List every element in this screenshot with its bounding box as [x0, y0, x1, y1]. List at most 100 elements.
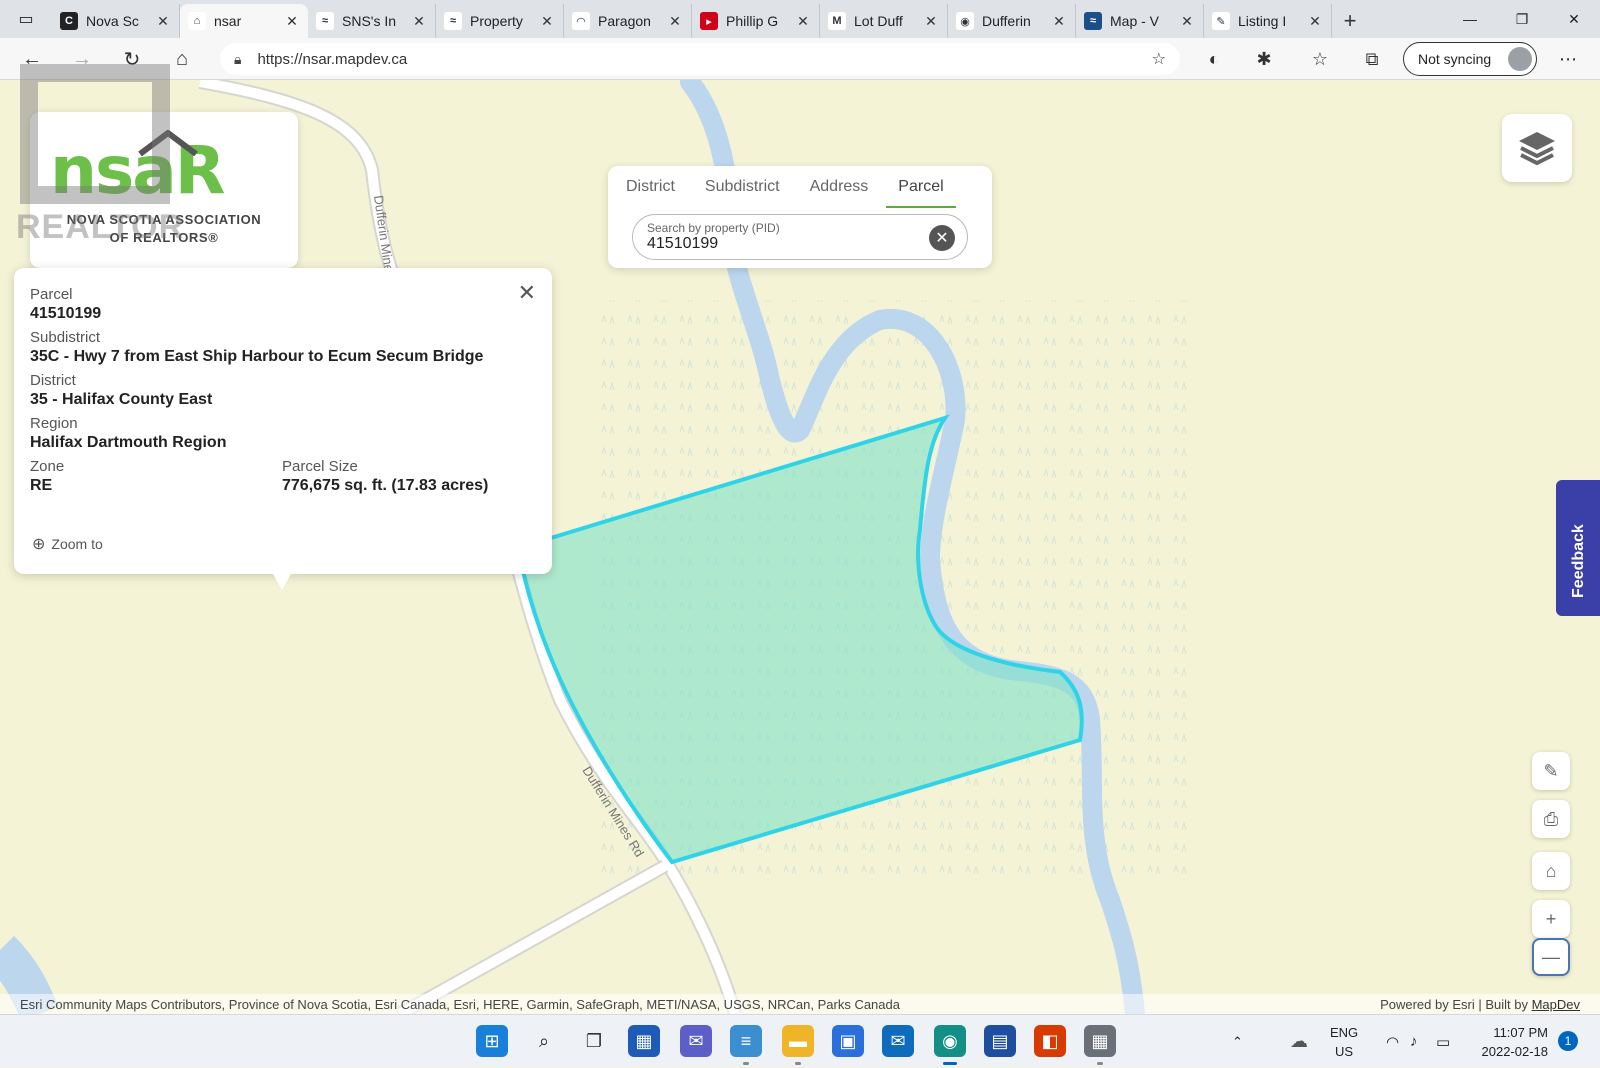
browser-toolbar: ← → ↻ ⌂ 🔒︎ https://nsar.mapdev.ca ☆ ◐ ✱ … — [0, 38, 1600, 80]
clock-date: 2022-02-18 — [1481, 1044, 1549, 1059]
clear-search-icon[interactable]: ✕ — [929, 225, 955, 251]
app-icon[interactable]: ▤ — [984, 1025, 1016, 1057]
favorites-icon[interactable]: ☆ — [1306, 46, 1334, 72]
feedback-tab[interactable]: Feedback — [1556, 480, 1600, 616]
notification-badge[interactable]: 1 — [1558, 1031, 1578, 1051]
nsar-logo[interactable]: nsaR NOVA SCOTIA ASSOCIATION OF REALTORS… — [30, 112, 298, 268]
tab-close-icon[interactable]: ✕ — [539, 13, 555, 30]
tab-label: Dufferin — [982, 13, 1031, 29]
parcel-label: Parcel — [30, 286, 73, 303]
close-popup-icon[interactable]: ✕ — [518, 280, 536, 306]
extension-icon[interactable]: ◐ — [1200, 46, 1228, 72]
browser-tab[interactable]: ≈ Property ✕ — [436, 4, 564, 38]
notepad-icon[interactable]: ≡ — [730, 1025, 762, 1065]
tray-chevron-icon[interactable]: ⌃ — [1232, 1015, 1243, 1068]
mail-icon[interactable]: ✉ — [882, 1025, 914, 1057]
tab-close-icon[interactable]: ✕ — [795, 13, 811, 30]
layers-button[interactable] — [1502, 114, 1572, 182]
search-tab-parcel[interactable]: Parcel — [886, 166, 956, 208]
browser-tab[interactable]: ▸ Phillip G ✕ — [692, 4, 820, 38]
lock-icon[interactable]: 🔒︎ — [234, 51, 241, 68]
parcel-size-value: 776,675 sq. ft. (17.83 acres) — [282, 477, 489, 494]
widgets-icon[interactable]: ▦ — [628, 1025, 660, 1057]
tab-close-icon[interactable]: ✕ — [1179, 13, 1195, 30]
file-explorer-icon[interactable]: ▬ — [782, 1025, 814, 1065]
tab-favicon-icon: ▸ — [700, 12, 718, 30]
tab-close-icon[interactable]: ✕ — [284, 13, 300, 30]
parcel-value: 41510199 — [30, 305, 102, 322]
layers-icon — [1519, 132, 1555, 166]
office-icon[interactable]: ◧ — [1034, 1025, 1066, 1057]
subdistrict-value: 35C - Hwy 7 from East Ship Harbour to Ec… — [30, 348, 484, 365]
zoom-out-button[interactable]: — — [1532, 938, 1570, 976]
browser-tab[interactable]: ≈ SNS's In ✕ — [308, 4, 436, 38]
profile-sync-button[interactable]: Not syncing — [1403, 42, 1537, 76]
new-tab-button[interactable]: + — [1332, 4, 1368, 38]
logo-subtitle-1: NOVA SCOTIA ASSOCIATION — [66, 212, 262, 227]
clock[interactable]: 11:07 PM 2022-02-18 — [1468, 1023, 1549, 1061]
search-tab-district[interactable]: District — [614, 166, 687, 208]
browser-tab[interactable]: ≈ Map - V ✕ — [1076, 4, 1204, 38]
extensions-puzzle-icon[interactable]: ✱ — [1250, 46, 1278, 72]
search-panel: District Subdistrict Address Parcel Search … — [608, 166, 992, 268]
zoom-to-link[interactable]: ⊕ Zoom to — [32, 534, 103, 554]
tab-label: nsar — [214, 13, 242, 29]
battery-icon[interactable]: ▭ — [1436, 1015, 1450, 1068]
onedrive-icon[interactable]: ☁ — [1290, 1015, 1308, 1068]
tab-close-icon[interactable]: ✕ — [1307, 13, 1323, 30]
clock-time: 11:07 PM — [1493, 1025, 1548, 1040]
store-icon[interactable]: ▣ — [832, 1025, 864, 1057]
search-tab-subdistrict[interactable]: Subdistrict — [693, 166, 792, 208]
tab-favicon-icon: M — [828, 12, 846, 30]
tab-label: Phillip G — [726, 13, 779, 29]
wifi-icon[interactable]: ◠ — [1386, 1015, 1399, 1068]
search-icon[interactable]: ⌕ — [528, 1025, 560, 1057]
search-value: 41510199 — [647, 235, 719, 252]
more-menu-icon[interactable]: ⋯ — [1554, 46, 1582, 72]
tab-label: Paragon — [598, 13, 651, 29]
zone-value: RE — [30, 477, 53, 494]
draw-pencil-button[interactable]: ✎ — [1532, 752, 1570, 790]
browser-tab[interactable]: M Lot Duff ✕ — [820, 4, 948, 38]
home-extent-button[interactable]: ⌂ — [1532, 852, 1570, 890]
search-tabs: District Subdistrict Address Parcel — [608, 166, 992, 208]
tab-actions-icon[interactable]: ▭ — [0, 0, 52, 38]
close-window-icon[interactable]: ✕ — [1548, 0, 1600, 38]
tab-close-icon[interactable]: ✕ — [923, 13, 939, 30]
tab-favicon-icon: ◉ — [956, 12, 974, 30]
volume-icon[interactable]: ♪ — [1410, 1015, 1418, 1068]
browser-tab[interactable]: C Nova Sc ✕ — [52, 4, 180, 38]
forward-icon[interactable]: → — [66, 44, 98, 74]
tab-close-icon[interactable]: ✕ — [1051, 13, 1067, 30]
profile-avatar — [1508, 47, 1532, 71]
input-language[interactable]: ENG US — [1330, 1023, 1358, 1061]
browser-tab[interactable]: ◠ Paragon ✕ — [564, 4, 692, 38]
task-view-icon[interactable]: ❐ — [578, 1025, 610, 1057]
edge-icon[interactable]: ◉ — [934, 1025, 966, 1065]
logo-subtitle-2: OF REALTORS® — [109, 230, 219, 245]
address-bar[interactable]: 🔒︎ https://nsar.mapdev.ca ☆ — [220, 43, 1180, 75]
add-favorite-icon[interactable]: ☆ — [1152, 49, 1166, 69]
restore-icon[interactable]: ❐ — [1496, 0, 1548, 38]
tab-close-icon[interactable]: ✕ — [155, 13, 171, 30]
search-tab-address[interactable]: Address — [798, 166, 881, 208]
tab-close-icon[interactable]: ✕ — [411, 13, 427, 30]
browser-tab[interactable]: ✎ Listing I ✕ — [1204, 4, 1332, 38]
browser-tab[interactable]: ⌂ nsar ✕ — [180, 4, 308, 38]
mapdev-link[interactable]: MapDev — [1532, 997, 1580, 1012]
collections-icon[interactable]: ⧉ — [1358, 46, 1386, 72]
region-value: Halifax Dartmouth Region — [30, 434, 227, 451]
home-icon[interactable]: ⌂ — [166, 44, 198, 74]
browser-tab[interactable]: ◉ Dufferin ✕ — [948, 4, 1076, 38]
zoom-in-button[interactable]: + — [1532, 900, 1570, 938]
start-icon[interactable]: ⊞ — [476, 1025, 508, 1057]
teams-chat-icon[interactable]: ✉ — [680, 1025, 712, 1057]
tab-favicon-icon: ✎ — [1212, 12, 1230, 30]
minimize-icon[interactable]: — — [1444, 0, 1496, 38]
print-button[interactable]: ⎙ — [1532, 800, 1570, 838]
refresh-icon[interactable]: ↻ — [116, 44, 148, 74]
search-input[interactable]: Search by property (PID) 41510199 ✕ — [632, 214, 968, 260]
tab-close-icon[interactable]: ✕ — [667, 13, 683, 30]
calculator-icon[interactable]: ▦ — [1084, 1025, 1116, 1065]
back-icon[interactable]: ← — [16, 44, 48, 74]
